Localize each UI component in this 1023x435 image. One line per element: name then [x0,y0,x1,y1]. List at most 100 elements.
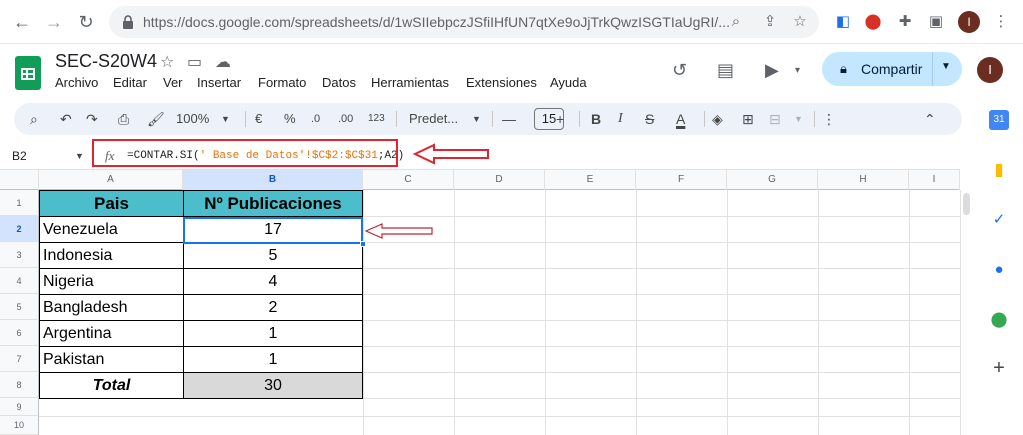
extension-red-icon[interactable]: ⬤ [863,12,883,32]
zoom-select[interactable]: 100% [176,110,209,128]
cell-count[interactable]: 1 [183,346,363,373]
cell-total-value[interactable]: 30 [183,372,363,399]
cell-count[interactable]: 1 [183,320,363,347]
tasks-icon[interactable]: ✓ [989,210,1009,230]
paint-format-icon[interactable]: 🖌︎ [147,110,165,128]
merge-dropdown-icon[interactable]: ▼ [794,110,803,128]
text-color-icon[interactable]: A [676,110,685,128]
user-avatar[interactable]: I [977,57,1003,83]
cell-b1-header[interactable]: Nº Publicaciones [183,190,363,217]
font-dropdown-icon[interactable]: ▼ [472,110,481,128]
keep-icon[interactable]: ▮ [989,160,1009,180]
search-menus-icon[interactable]: ⌕ [30,110,38,128]
percent-format-button[interactable]: % [284,110,296,128]
cell-a1-header[interactable]: Pais [39,190,184,217]
cell-country[interactable]: Nigeria [39,268,184,295]
cell-total-label[interactable]: Total [39,372,184,399]
decrease-decimals-button[interactable]: .0 [311,110,320,128]
cell-count[interactable]: 4 [183,268,363,295]
extension-icon[interactable]: ◧ [833,12,853,32]
cell-country[interactable]: Bangladesh [39,294,184,321]
meet-dropdown-icon[interactable]: ▾ [795,65,800,76]
comments-icon[interactable]: ▤ [717,60,734,81]
menu-ayuda[interactable]: Ayuda [550,75,587,90]
scrollbar-thumb[interactable] [963,193,970,215]
decrease-font-size-icon[interactable]: — [502,110,516,128]
currency-format-button[interactable]: € [255,110,262,128]
browser-profile-avatar[interactable]: I [958,11,980,33]
column-header-b[interactable]: B [183,170,363,190]
row-header-6[interactable]: 6 [0,320,39,346]
undo-icon[interactable]: ↶ [60,110,72,128]
star-icon[interactable]: ☆ [160,52,174,72]
extensions-puzzle-icon[interactable]: ✚ [895,12,915,32]
cell-country[interactable]: Argentina [39,320,184,347]
bold-icon[interactable]: B [591,110,601,128]
browser-menu-icon[interactable]: ⋮ [991,12,1011,32]
column-header-h[interactable]: H [818,170,909,190]
column-header-f[interactable]: F [636,170,727,190]
vertical-scrollbar[interactable] [960,190,972,435]
column-header-g[interactable]: G [727,170,818,190]
row-header-2[interactable]: 2 [0,216,39,242]
row-header-3[interactable]: 3 [0,242,39,268]
maps-icon[interactable]: ⬤ [989,310,1009,330]
meet-video-icon[interactable]: ▶ [765,60,779,81]
cell-country[interactable]: Pakistan [39,346,184,373]
row-header-7[interactable]: 7 [0,346,39,372]
number-format-button[interactable]: 123 [368,110,385,128]
menu-formato[interactable]: Formato [258,75,306,90]
borders-icon[interactable]: ⊞ [742,110,754,128]
reload-icon[interactable]: ↻ [74,10,98,34]
strikethrough-icon[interactable]: S [645,110,654,128]
sheets-logo-icon[interactable] [15,56,41,90]
row-header-8[interactable]: 8 [0,372,39,398]
increase-font-size-icon[interactable]: + [556,110,564,128]
name-box-dropdown-icon[interactable]: ▼ [75,151,84,161]
increase-decimals-button[interactable]: .00 [338,110,353,128]
row-header-4[interactable]: 4 [0,268,39,294]
row-header-10[interactable]: 10 [0,416,39,435]
row-header-5[interactable]: 5 [0,294,39,320]
row-header-1[interactable]: 1 [0,190,39,216]
calendar-icon[interactable]: 31 [989,110,1009,130]
column-header-c[interactable]: C [363,170,454,190]
contacts-icon[interactable]: ● [989,260,1009,280]
menu-herramientas[interactable]: Herramientas [371,75,449,90]
row-header-9[interactable]: 9 [0,398,39,416]
version-history-icon[interactable]: ↺ [672,60,687,81]
menu-editar[interactable]: Editar [113,75,147,90]
forward-icon[interactable]: → [42,10,66,34]
column-header-e[interactable]: E [545,170,636,190]
address-bar[interactable]: https://docs.google.com/spreadsheets/d/1… [109,6,819,38]
menu-archivo[interactable]: Archivo [55,75,98,90]
share-page-icon[interactable]: ⇪ [760,12,780,32]
column-header-a[interactable]: A [39,170,183,190]
share-dropdown-icon[interactable]: ▼ [941,61,951,72]
zoom-dropdown-icon[interactable]: ▼ [221,110,230,128]
collapse-toolbar-icon[interactable]: ⌃ [924,110,936,128]
menu-datos[interactable]: Datos [322,75,356,90]
italic-icon[interactable]: I [618,110,623,128]
print-icon[interactable]: ⎙ [118,110,129,128]
cell-count[interactable]: 5 [183,242,363,269]
more-options-icon[interactable]: ⋮ [822,110,836,128]
font-select[interactable]: Predet... [409,110,458,128]
cell-country[interactable]: Venezuela [39,216,184,243]
redo-icon[interactable]: ↷ [86,110,98,128]
side-panel-icon[interactable]: ▣ [926,12,946,32]
menu-extensiones[interactable]: Extensiones [466,75,537,90]
menu-ver[interactable]: Ver [163,75,183,90]
bookmark-star-icon[interactable]: ☆ [790,12,810,32]
column-header-i[interactable]: I [909,170,960,190]
name-box[interactable]: B2 [12,149,27,163]
menu-insertar[interactable]: Insertar [197,75,241,90]
column-header-d[interactable]: D [454,170,545,190]
merge-cells-icon[interactable]: ⊟ [769,110,781,128]
share-button[interactable]: 🔒︎ Compartir ▼ [822,52,962,86]
fill-handle[interactable] [360,241,366,247]
cell-country[interactable]: Indonesia [39,242,184,269]
cell-count[interactable]: 2 [183,294,363,321]
select-all-corner[interactable] [0,170,39,190]
fill-color-icon[interactable]: ◈ [712,110,723,128]
